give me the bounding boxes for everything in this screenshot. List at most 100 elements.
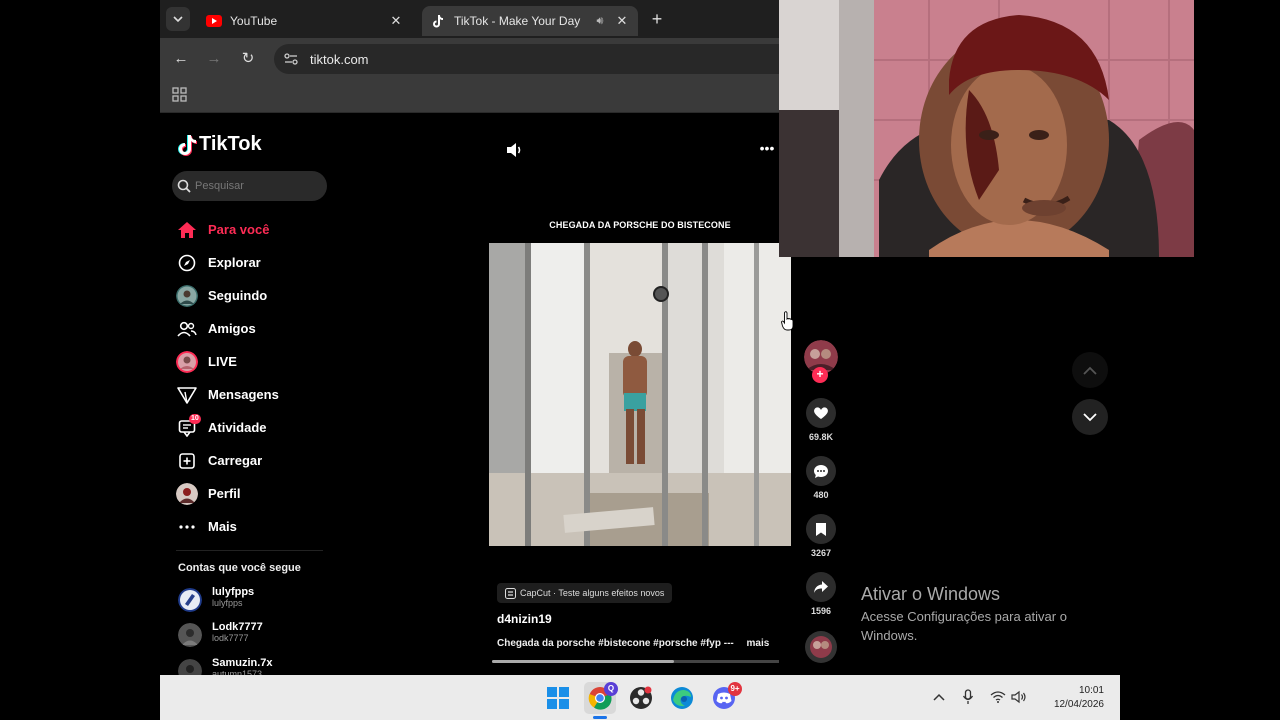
avatar — [178, 623, 202, 647]
search-input[interactable]: Pesquisar — [172, 171, 327, 201]
music-disc-icon — [805, 631, 837, 663]
account-handle: lodk7777 — [212, 633, 249, 643]
share-count: 1596 — [810, 606, 832, 616]
video-player[interactable] — [489, 243, 791, 546]
tiktok-logo[interactable]: TikTok — [177, 133, 262, 156]
share-button[interactable]: 1596 — [803, 572, 839, 616]
live-avatar-icon — [176, 350, 198, 373]
more-link[interactable]: mais — [747, 638, 770, 649]
url-text: tiktok.com — [310, 51, 369, 67]
follow-plus-icon[interactable]: + — [812, 367, 828, 383]
sound-disc[interactable] — [803, 630, 839, 669]
system-clock[interactable]: 10:01 12/04/2026 — [1040, 684, 1104, 712]
search-placeholder: Pesquisar — [195, 180, 244, 192]
capcut-icon — [505, 587, 516, 599]
comment-button[interactable]: 480 — [803, 456, 839, 500]
obs-taskbar-button[interactable] — [625, 682, 657, 714]
windows-activation-watermark: Ativar o Windows Acesse Configurações pa… — [861, 584, 1091, 645]
bookmark-icon — [806, 514, 836, 544]
video-description: Chegada da porsche #bistecone #porsche #… — [497, 638, 779, 649]
sidebar-item-seguindo[interactable]: Seguindo — [176, 279, 336, 312]
sidebar-item-mais[interactable]: Mais — [176, 510, 336, 543]
sidebar-item-label: LIVE — [208, 354, 237, 369]
comment-count: 480 — [813, 490, 829, 500]
tab-title: TikTok - Make Your Day — [454, 14, 581, 28]
address-bar[interactable]: tiktok.com — [274, 44, 779, 74]
volume-tray-icon[interactable] — [1010, 688, 1028, 706]
sidebar-item-atividade[interactable]: 10 Atividade — [176, 411, 336, 444]
close-tab-icon[interactable]: ✕ — [614, 13, 630, 29]
video-progress-bar[interactable] — [492, 660, 779, 663]
sidebar-item-label: Carregar — [208, 453, 263, 468]
edge-taskbar-button[interactable] — [666, 682, 698, 714]
avatar — [178, 588, 202, 612]
activity-badge: 10 — [189, 414, 201, 424]
apps-grid-icon[interactable] — [172, 87, 188, 103]
search-icon — [177, 179, 191, 193]
tab-search-button[interactable] — [166, 7, 190, 31]
comment-icon — [806, 456, 836, 486]
chevron-up-icon — [1083, 366, 1097, 375]
discord-taskbar-button[interactable]: 9+ — [708, 682, 742, 714]
tiktok-icon — [430, 13, 446, 29]
sidebar-item-label: Explorar — [208, 255, 261, 270]
chrome-taskbar-button[interactable]: Q — [584, 682, 618, 714]
previous-video-button[interactable] — [1072, 352, 1108, 388]
sidebar-item-label: Atividade — [208, 420, 267, 435]
more-options-icon[interactable]: ••• — [758, 141, 776, 159]
following-section-title: Contas que você segue — [178, 562, 301, 574]
new-tab-button[interactable]: + — [646, 8, 668, 30]
next-video-button[interactable] — [1072, 399, 1108, 435]
chrome-profile-badge: Q — [604, 682, 618, 696]
video-author[interactable]: d4nizin19 — [497, 612, 552, 626]
volume-icon[interactable] — [504, 140, 524, 160]
edge-icon — [671, 687, 693, 709]
video-frame-image — [489, 243, 791, 546]
windows-logo-icon — [547, 687, 569, 709]
hand-cursor-icon — [781, 311, 794, 331]
sidebar-item-live[interactable]: LIVE — [176, 345, 336, 378]
video-progress-fill — [492, 660, 675, 663]
wifi-icon[interactable] — [989, 688, 1007, 706]
account-name: lulyfpps — [212, 586, 255, 598]
site-info-icon[interactable] — [282, 50, 300, 68]
watermark-title: Ativar o Windows — [861, 584, 1001, 604]
discord-notification-badge: 9+ — [728, 682, 742, 696]
save-count: 3267 — [810, 548, 832, 558]
chevron-down-icon — [173, 16, 183, 23]
sidebar-item-carregar[interactable]: Carregar — [176, 444, 336, 477]
following-account[interactable]: Samuzin.7x autumn1573 — [178, 657, 273, 675]
sidebar-item-explorar[interactable]: Explorar — [176, 246, 336, 279]
webcam-overlay — [779, 0, 1194, 257]
following-account[interactable]: lulyfpps lulyfpps — [178, 586, 254, 612]
account-name: Samuzin.7x — [212, 657, 273, 669]
active-app-indicator — [593, 716, 607, 719]
start-button[interactable] — [542, 682, 574, 714]
microphone-icon[interactable] — [959, 688, 977, 706]
sidebar-item-mensagens[interactable]: Mensagens — [176, 378, 336, 411]
tab-tiktok[interactable]: TikTok - Make Your Day 🔊︎ ✕ — [422, 6, 638, 36]
show-hidden-icons-icon[interactable] — [930, 688, 948, 706]
reload-icon[interactable]: ↻ — [238, 49, 258, 69]
sidebar-item-amigos[interactable]: Amigos — [176, 312, 336, 345]
effect-chip[interactable]: CapCut · Teste alguns efeitos novos — [497, 583, 673, 603]
clock-time: 10:01 — [1078, 685, 1104, 696]
friends-icon — [176, 318, 198, 340]
sidebar-item-perfil[interactable]: Perfil — [176, 477, 336, 510]
back-icon[interactable]: ← — [171, 49, 191, 69]
tab-youtube[interactable]: YouTube ✕ — [198, 6, 412, 36]
tab-title: YouTube — [230, 14, 278, 28]
tiktok-note-icon — [178, 134, 197, 156]
compass-icon — [176, 252, 198, 274]
close-tab-icon[interactable]: ✕ — [388, 13, 404, 29]
like-button[interactable]: 69.8K — [803, 398, 839, 442]
creator-avatar[interactable]: + — [803, 340, 839, 383]
sidebar-item-para-voce[interactable]: Para você — [176, 213, 336, 246]
forward-icon[interactable]: → — [204, 49, 224, 69]
upload-icon — [176, 450, 198, 472]
save-button[interactable]: 3267 — [803, 514, 839, 558]
following-account[interactable]: Lodk7777 lodk7777 — [178, 621, 263, 647]
tab-strip: YouTube ✕ TikTok - Make Your Day 🔊︎ ✕ + — [160, 0, 779, 38]
share-icon — [806, 572, 836, 602]
speaker-icon[interactable]: 🔊︎ — [592, 15, 608, 28]
